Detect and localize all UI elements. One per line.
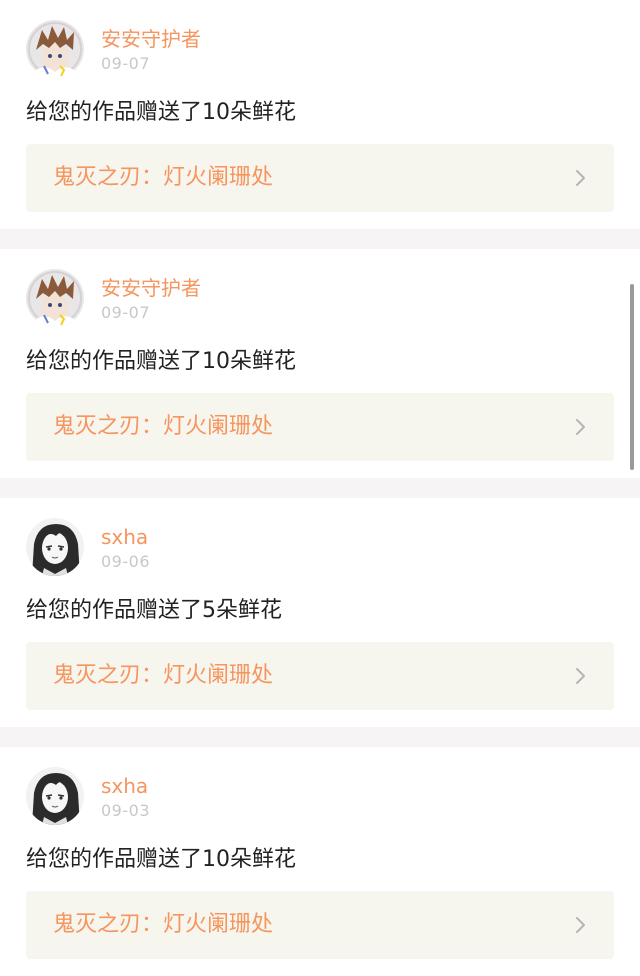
avatar[interactable] (26, 518, 84, 576)
username[interactable]: 安安守护者 (101, 276, 201, 300)
avatar[interactable] (26, 767, 84, 825)
gift-message: 给您的作品赠送了10朵鲜花 (26, 349, 296, 374)
gift-item: sxha 09-03 给您的作品赠送了10朵鲜花 鬼灭之刃：灯火阑珊处 (0, 747, 640, 976)
avatar[interactable] (26, 269, 84, 327)
chevron-right-icon (570, 168, 590, 188)
chevron-right-icon (570, 666, 590, 686)
gift-item: 安安守护者 09-07 给您的作品赠送了10朵鲜花 鬼灭之刃：灯火阑珊处 (0, 0, 640, 229)
date: 09-07 (101, 303, 150, 322)
gift-item: 安安守护者 09-07 给您的作品赠送了10朵鲜花 鬼灭之刃：灯火阑珊处 (0, 249, 640, 478)
chevron-right-icon (570, 417, 590, 437)
gift-item: sxha 09-06 给您的作品赠送了5朵鲜花 鬼灭之刃：灯火阑珊处 (0, 498, 640, 727)
separator (0, 478, 640, 498)
date: 09-06 (101, 552, 150, 571)
gift-feed: 安安守护者 09-07 给您的作品赠送了10朵鲜花 鬼灭之刃：灯火阑珊处 安安守… (0, 0, 640, 976)
separator (0, 727, 640, 747)
username[interactable]: 安安守护者 (101, 27, 201, 51)
date: 09-07 (101, 54, 150, 73)
date: 09-03 (101, 801, 150, 820)
work-title: 鬼灭之刃：灯火阑珊处 (53, 165, 274, 190)
gift-message: 给您的作品赠送了10朵鲜花 (26, 847, 296, 872)
work-title: 鬼灭之刃：灯火阑珊处 (53, 663, 274, 688)
work-title: 鬼灭之刃：灯火阑珊处 (53, 414, 274, 439)
avatar[interactable] (26, 20, 84, 78)
work-title: 鬼灭之刃：灯火阑珊处 (53, 912, 274, 937)
work-link[interactable]: 鬼灭之刃：灯火阑珊处 (26, 393, 614, 461)
scrollbar[interactable] (630, 284, 634, 470)
gift-message: 给您的作品赠送了5朵鲜花 (26, 598, 282, 623)
work-link[interactable]: 鬼灭之刃：灯火阑珊处 (26, 642, 614, 710)
work-link[interactable]: 鬼灭之刃：灯火阑珊处 (26, 891, 614, 959)
username[interactable]: sxha (101, 525, 148, 549)
separator (0, 229, 640, 249)
chevron-right-icon (570, 915, 590, 935)
username[interactable]: sxha (101, 774, 148, 798)
gift-message: 给您的作品赠送了10朵鲜花 (26, 100, 296, 125)
work-link[interactable]: 鬼灭之刃：灯火阑珊处 (26, 144, 614, 212)
